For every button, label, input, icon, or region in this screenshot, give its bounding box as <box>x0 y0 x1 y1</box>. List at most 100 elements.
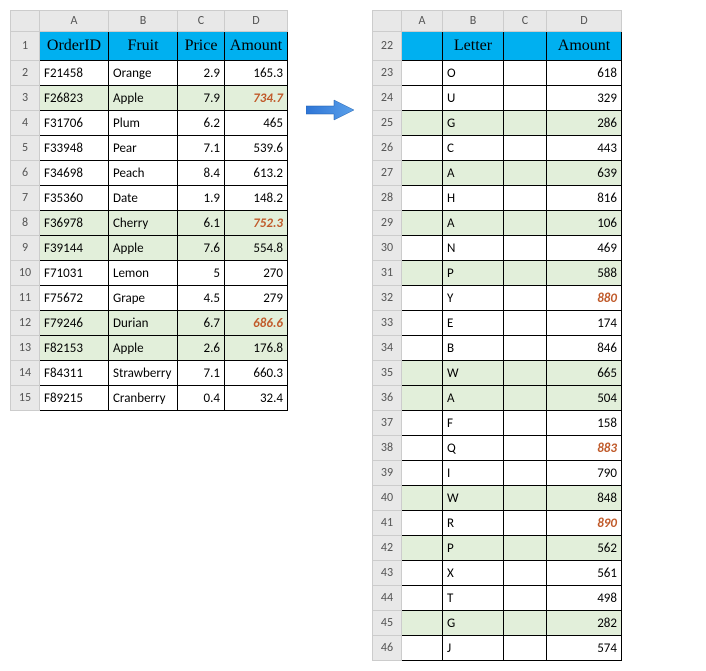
cell[interactable]: F33948 <box>40 136 109 161</box>
header-fruit[interactable]: Fruit <box>109 32 178 61</box>
cell[interactable]: G <box>443 111 504 136</box>
cell[interactable] <box>504 86 547 111</box>
header-amount[interactable]: Amount <box>225 32 288 61</box>
cell[interactable] <box>402 386 443 411</box>
cell[interactable] <box>402 536 443 561</box>
cell[interactable] <box>504 186 547 211</box>
rowhead[interactable]: 15 <box>11 386 40 411</box>
cell[interactable]: R <box>443 511 504 536</box>
cell[interactable] <box>402 561 443 586</box>
rowhead[interactable]: 41 <box>373 511 402 536</box>
cell[interactable]: X <box>443 561 504 586</box>
cell[interactable]: U <box>443 86 504 111</box>
cell[interactable]: Y <box>443 286 504 311</box>
cell[interactable]: Q <box>443 436 504 461</box>
cell[interactable]: F21458 <box>40 61 109 86</box>
cell[interactable]: 660.3 <box>225 361 288 386</box>
rowhead[interactable]: 29 <box>373 211 402 236</box>
cell[interactable] <box>402 86 443 111</box>
colhead-A[interactable]: A <box>40 11 109 32</box>
rowhead[interactable]: 24 <box>373 86 402 111</box>
cell[interactable] <box>504 211 547 236</box>
cell[interactable]: 279 <box>225 286 288 311</box>
cell[interactable]: 329 <box>547 86 622 111</box>
cell[interactable]: 176.8 <box>225 336 288 361</box>
cell[interactable]: A <box>443 211 504 236</box>
cell[interactable]: 562 <box>547 536 622 561</box>
rowhead[interactable]: 27 <box>373 161 402 186</box>
cell[interactable]: 880 <box>547 286 622 311</box>
cell[interactable]: 1.9 <box>178 186 225 211</box>
rowhead[interactable]: 32 <box>373 286 402 311</box>
cell[interactable] <box>402 111 443 136</box>
header-C[interactable] <box>504 32 547 61</box>
rowhead[interactable]: 23 <box>373 61 402 86</box>
cell[interactable]: B <box>443 336 504 361</box>
cell[interactable] <box>504 236 547 261</box>
cell[interactable] <box>504 311 547 336</box>
cell[interactable] <box>504 286 547 311</box>
cell[interactable]: 588 <box>547 261 622 286</box>
cell[interactable]: Pear <box>109 136 178 161</box>
cell[interactable]: 734.7 <box>225 86 288 111</box>
cell[interactable]: 613.2 <box>225 161 288 186</box>
rowhead[interactable]: 34 <box>373 336 402 361</box>
cell[interactable]: Apple <box>109 336 178 361</box>
cell[interactable]: F35360 <box>40 186 109 211</box>
cell[interactable]: 2.9 <box>178 61 225 86</box>
cell[interactable] <box>504 411 547 436</box>
cell[interactable]: Date <box>109 186 178 211</box>
cell[interactable]: 883 <box>547 436 622 461</box>
cell[interactable] <box>402 161 443 186</box>
rowhead[interactable]: 30 <box>373 236 402 261</box>
rowhead[interactable]: 28 <box>373 186 402 211</box>
cell[interactable]: J <box>443 636 504 661</box>
cell[interactable] <box>504 511 547 536</box>
cell[interactable]: 148.2 <box>225 186 288 211</box>
cell[interactable]: 443 <box>547 136 622 161</box>
rowhead[interactable]: 39 <box>373 461 402 486</box>
rowhead[interactable]: 25 <box>373 111 402 136</box>
colhead-C[interactable]: C <box>504 11 547 32</box>
cell[interactable]: 504 <box>547 386 622 411</box>
rowhead[interactable]: 45 <box>373 611 402 636</box>
colhead-B[interactable]: B <box>109 11 178 32</box>
cell[interactable]: 752.3 <box>225 211 288 236</box>
cell[interactable]: 7.1 <box>178 361 225 386</box>
header-amount[interactable]: Amount <box>547 32 622 61</box>
cell[interactable] <box>402 436 443 461</box>
cell[interactable]: Orange <box>109 61 178 86</box>
cell[interactable]: F39144 <box>40 236 109 261</box>
rowhead[interactable]: 33 <box>373 311 402 336</box>
cell[interactable] <box>402 236 443 261</box>
rowhead[interactable]: 5 <box>11 136 40 161</box>
cell[interactable]: F26823 <box>40 86 109 111</box>
cell[interactable]: H <box>443 186 504 211</box>
cell[interactable] <box>402 486 443 511</box>
rowhead[interactable]: 22 <box>373 32 402 61</box>
rowhead[interactable]: 38 <box>373 436 402 461</box>
rowhead[interactable]: 1 <box>11 32 40 61</box>
cell[interactable]: F34698 <box>40 161 109 186</box>
cell[interactable]: 165.3 <box>225 61 288 86</box>
cell[interactable]: 469 <box>547 236 622 261</box>
cell[interactable]: 2.6 <box>178 336 225 361</box>
cell[interactable]: 282 <box>547 611 622 636</box>
rowhead[interactable]: 9 <box>11 236 40 261</box>
rowhead[interactable]: 11 <box>11 286 40 311</box>
cell[interactable]: 6.7 <box>178 311 225 336</box>
cell[interactable]: 8.4 <box>178 161 225 186</box>
rowhead[interactable]: 43 <box>373 561 402 586</box>
cell[interactable]: F71031 <box>40 261 109 286</box>
cell[interactable] <box>504 261 547 286</box>
rowhead[interactable]: 14 <box>11 361 40 386</box>
cell[interactable]: 561 <box>547 561 622 586</box>
cell[interactable]: 618 <box>547 61 622 86</box>
cell[interactable] <box>504 386 547 411</box>
cell[interactable] <box>504 536 547 561</box>
cell[interactable]: F <box>443 411 504 436</box>
rowhead[interactable]: 2 <box>11 61 40 86</box>
cell[interactable]: E <box>443 311 504 336</box>
cell[interactable] <box>402 261 443 286</box>
cell[interactable]: T <box>443 586 504 611</box>
